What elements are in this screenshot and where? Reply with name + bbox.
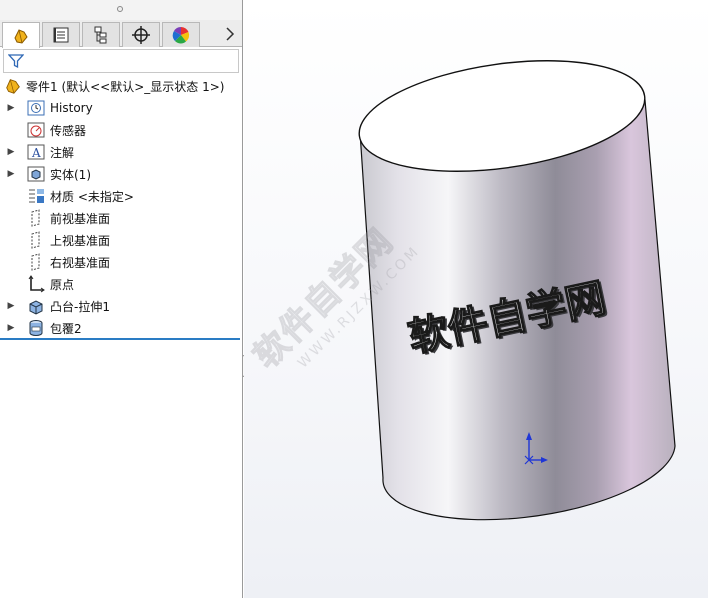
tree-item-label: 右视基准面 <box>50 255 111 270</box>
tree-root-part[interactable]: 零件1 (默认<<默认>_显示状态 1>) <box>0 75 242 97</box>
extrude-icon <box>27 297 45 315</box>
sensor-icon <box>27 121 45 139</box>
expand-arrow-icon[interactable]: ▶ <box>6 295 16 317</box>
plane-icon <box>27 253 45 271</box>
grip-dot <box>117 6 123 12</box>
filter-icon <box>8 54 24 69</box>
manager-tabs <box>0 20 242 48</box>
tree-item-label: 凸台-拉伸1 <box>50 299 110 314</box>
tab-dimxpert-manager[interactable] <box>122 22 160 47</box>
feature-manager-icon <box>14 28 28 44</box>
tab-configuration-manager[interactable] <box>82 22 120 47</box>
expand-arrow-icon[interactable]: ▶ <box>6 97 16 119</box>
tree-item-history[interactable]: ▶ History <box>0 97 242 119</box>
solid-bodies-icon <box>27 165 45 183</box>
tree-item-label: 材质 <未指定> <box>50 189 134 204</box>
tree-item-wrap[interactable]: ▶ 包覆2 <box>0 317 242 339</box>
chevron-right-icon[interactable] <box>222 25 238 43</box>
tree-item-label: History <box>50 101 93 115</box>
tree-item-label: 前视基准面 <box>50 211 111 226</box>
configuration-manager-icon <box>94 26 107 44</box>
tree-filter-input[interactable] <box>3 49 239 73</box>
rollback-bar[interactable] <box>0 338 240 340</box>
plane-icon <box>27 209 45 227</box>
tree-item-boss-extrude[interactable]: ▶ 凸台-拉伸1 <box>0 295 242 317</box>
tree-root-label: 零件1 (默认<<默认>_显示状态 1>) <box>26 79 225 94</box>
tree-item-label: 注解 <box>50 145 75 160</box>
part-icon <box>4 77 22 95</box>
tree-item-right-plane[interactable]: 右视基准面 <box>0 251 242 273</box>
wrap-icon <box>27 319 45 337</box>
tree-item-material[interactable]: 材质 <未指定> <box>0 185 242 207</box>
origin-icon <box>27 275 45 293</box>
tree-item-label: 上视基准面 <box>50 233 111 248</box>
dimxpert-icon <box>132 26 150 44</box>
expand-arrow-icon[interactable]: ▶ <box>6 163 16 185</box>
annotation-icon: A <box>27 143 45 161</box>
panel-grip[interactable] <box>0 0 242 20</box>
tab-display-manager[interactable] <box>162 22 200 47</box>
feature-manager-panel: 零件1 (默认<<默认>_显示状态 1>) ▶ History 传感器 ▶ A … <box>0 0 243 598</box>
graphics-area[interactable]: 软件自学网 WWW.RJZXW.COM 软件自学网 软件自学网 <box>244 0 708 598</box>
property-manager-icon <box>53 27 69 43</box>
history-icon <box>27 99 45 117</box>
svg-text:A: A <box>31 146 41 160</box>
plane-icon <box>27 231 45 249</box>
tree-item-origin[interactable]: 原点 <box>0 273 242 295</box>
display-manager-icon <box>172 26 190 44</box>
tree-item-label: 原点 <box>50 277 75 292</box>
model-view: 软件自学网 WWW.RJZXW.COM 软件自学网 软件自学网 <box>245 60 676 521</box>
tree-item-top-plane[interactable]: 上视基准面 <box>0 229 242 251</box>
tree-item-sensors[interactable]: 传感器 <box>0 119 242 141</box>
tree-item-front-plane[interactable]: 前视基准面 <box>0 207 242 229</box>
expand-arrow-icon[interactable]: ▶ <box>6 141 16 163</box>
material-icon <box>27 187 45 205</box>
tree-item-label: 实体(1) <box>50 167 91 182</box>
tree-item-label: 包覆2 <box>50 321 82 336</box>
expand-arrow-icon[interactable]: ▶ <box>6 317 16 339</box>
tab-feature-manager[interactable] <box>2 22 40 48</box>
tree-item-annotations[interactable]: ▶ A 注解 <box>0 141 242 163</box>
tab-property-manager[interactable] <box>42 22 80 47</box>
tree-item-solid-bodies[interactable]: ▶ 实体(1) <box>0 163 242 185</box>
tree-item-label: 传感器 <box>50 123 87 138</box>
